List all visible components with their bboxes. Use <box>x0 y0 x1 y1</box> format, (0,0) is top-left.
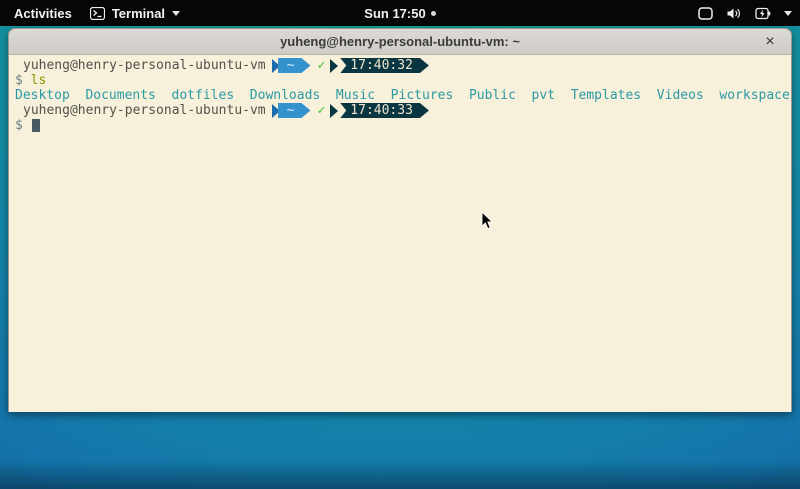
input-line: $ <box>15 118 791 133</box>
prompt-user: yuheng@henry-personal-ubuntu-vm <box>15 103 266 118</box>
app-menu-label: Terminal <box>112 6 165 21</box>
battery-charging-icon <box>755 7 771 20</box>
terminal-icon <box>90 7 105 20</box>
prompt-time-badge: 17:40:33 <box>340 103 429 118</box>
desktop-screen: Activities Terminal Sun 17:50 <box>0 0 800 489</box>
mouse-cursor-icon <box>481 211 494 235</box>
ls-output-line: Desktop Documents dotfiles Downloads Mus… <box>15 88 791 103</box>
prompt-user: yuheng@henry-personal-ubuntu-vm <box>15 58 266 73</box>
terminal-content[interactable]: yuheng@henry-personal-ubuntu-vm ~ ✓ 17:4… <box>9 55 791 412</box>
chevron-down-icon[interactable] <box>784 11 792 16</box>
notification-dot-icon <box>431 11 436 16</box>
prompt-path-segment: ~ <box>278 58 311 73</box>
terminal-window: yuheng@henry-personal-ubuntu-vm: ~ × yuh… <box>8 28 792 412</box>
status-check-icon: ✓ <box>317 58 325 73</box>
prompt-time-badge: 17:40:32 <box>340 58 429 73</box>
clock-label: Sun 17:50 <box>364 6 425 21</box>
prompt-symbol: $ <box>15 118 31 133</box>
activities-button[interactable]: Activities <box>14 6 72 21</box>
command-text: ls <box>31 73 47 88</box>
window-title: yuheng@henry-personal-ubuntu-vm: ~ <box>280 34 520 49</box>
prompt-line: yuheng@henry-personal-ubuntu-vm ~ ✓ 17:4… <box>15 58 791 73</box>
status-check-icon: ✓ <box>317 103 325 118</box>
window-titlebar[interactable]: yuheng@henry-personal-ubuntu-vm: ~ × <box>9 29 791 55</box>
terminal-cursor[interactable] <box>32 119 40 132</box>
powerline-arrow-icon <box>330 59 338 73</box>
prompt-symbol: $ <box>15 73 31 88</box>
volume-icon <box>726 7 742 20</box>
close-button[interactable]: × <box>757 29 783 55</box>
system-status-area[interactable] <box>698 7 792 20</box>
prompt-line: yuheng@henry-personal-ubuntu-vm ~ ✓ 17:4… <box>15 103 791 118</box>
gnome-top-bar: Activities Terminal Sun 17:50 <box>0 0 800 26</box>
screen-icon <box>698 7 713 20</box>
prompt-path-segment: ~ <box>278 103 311 118</box>
app-menu-button[interactable]: Terminal <box>90 6 180 21</box>
chevron-down-icon <box>172 11 180 16</box>
command-line: $ ls <box>15 73 791 88</box>
powerline-arrow-icon <box>330 104 338 118</box>
